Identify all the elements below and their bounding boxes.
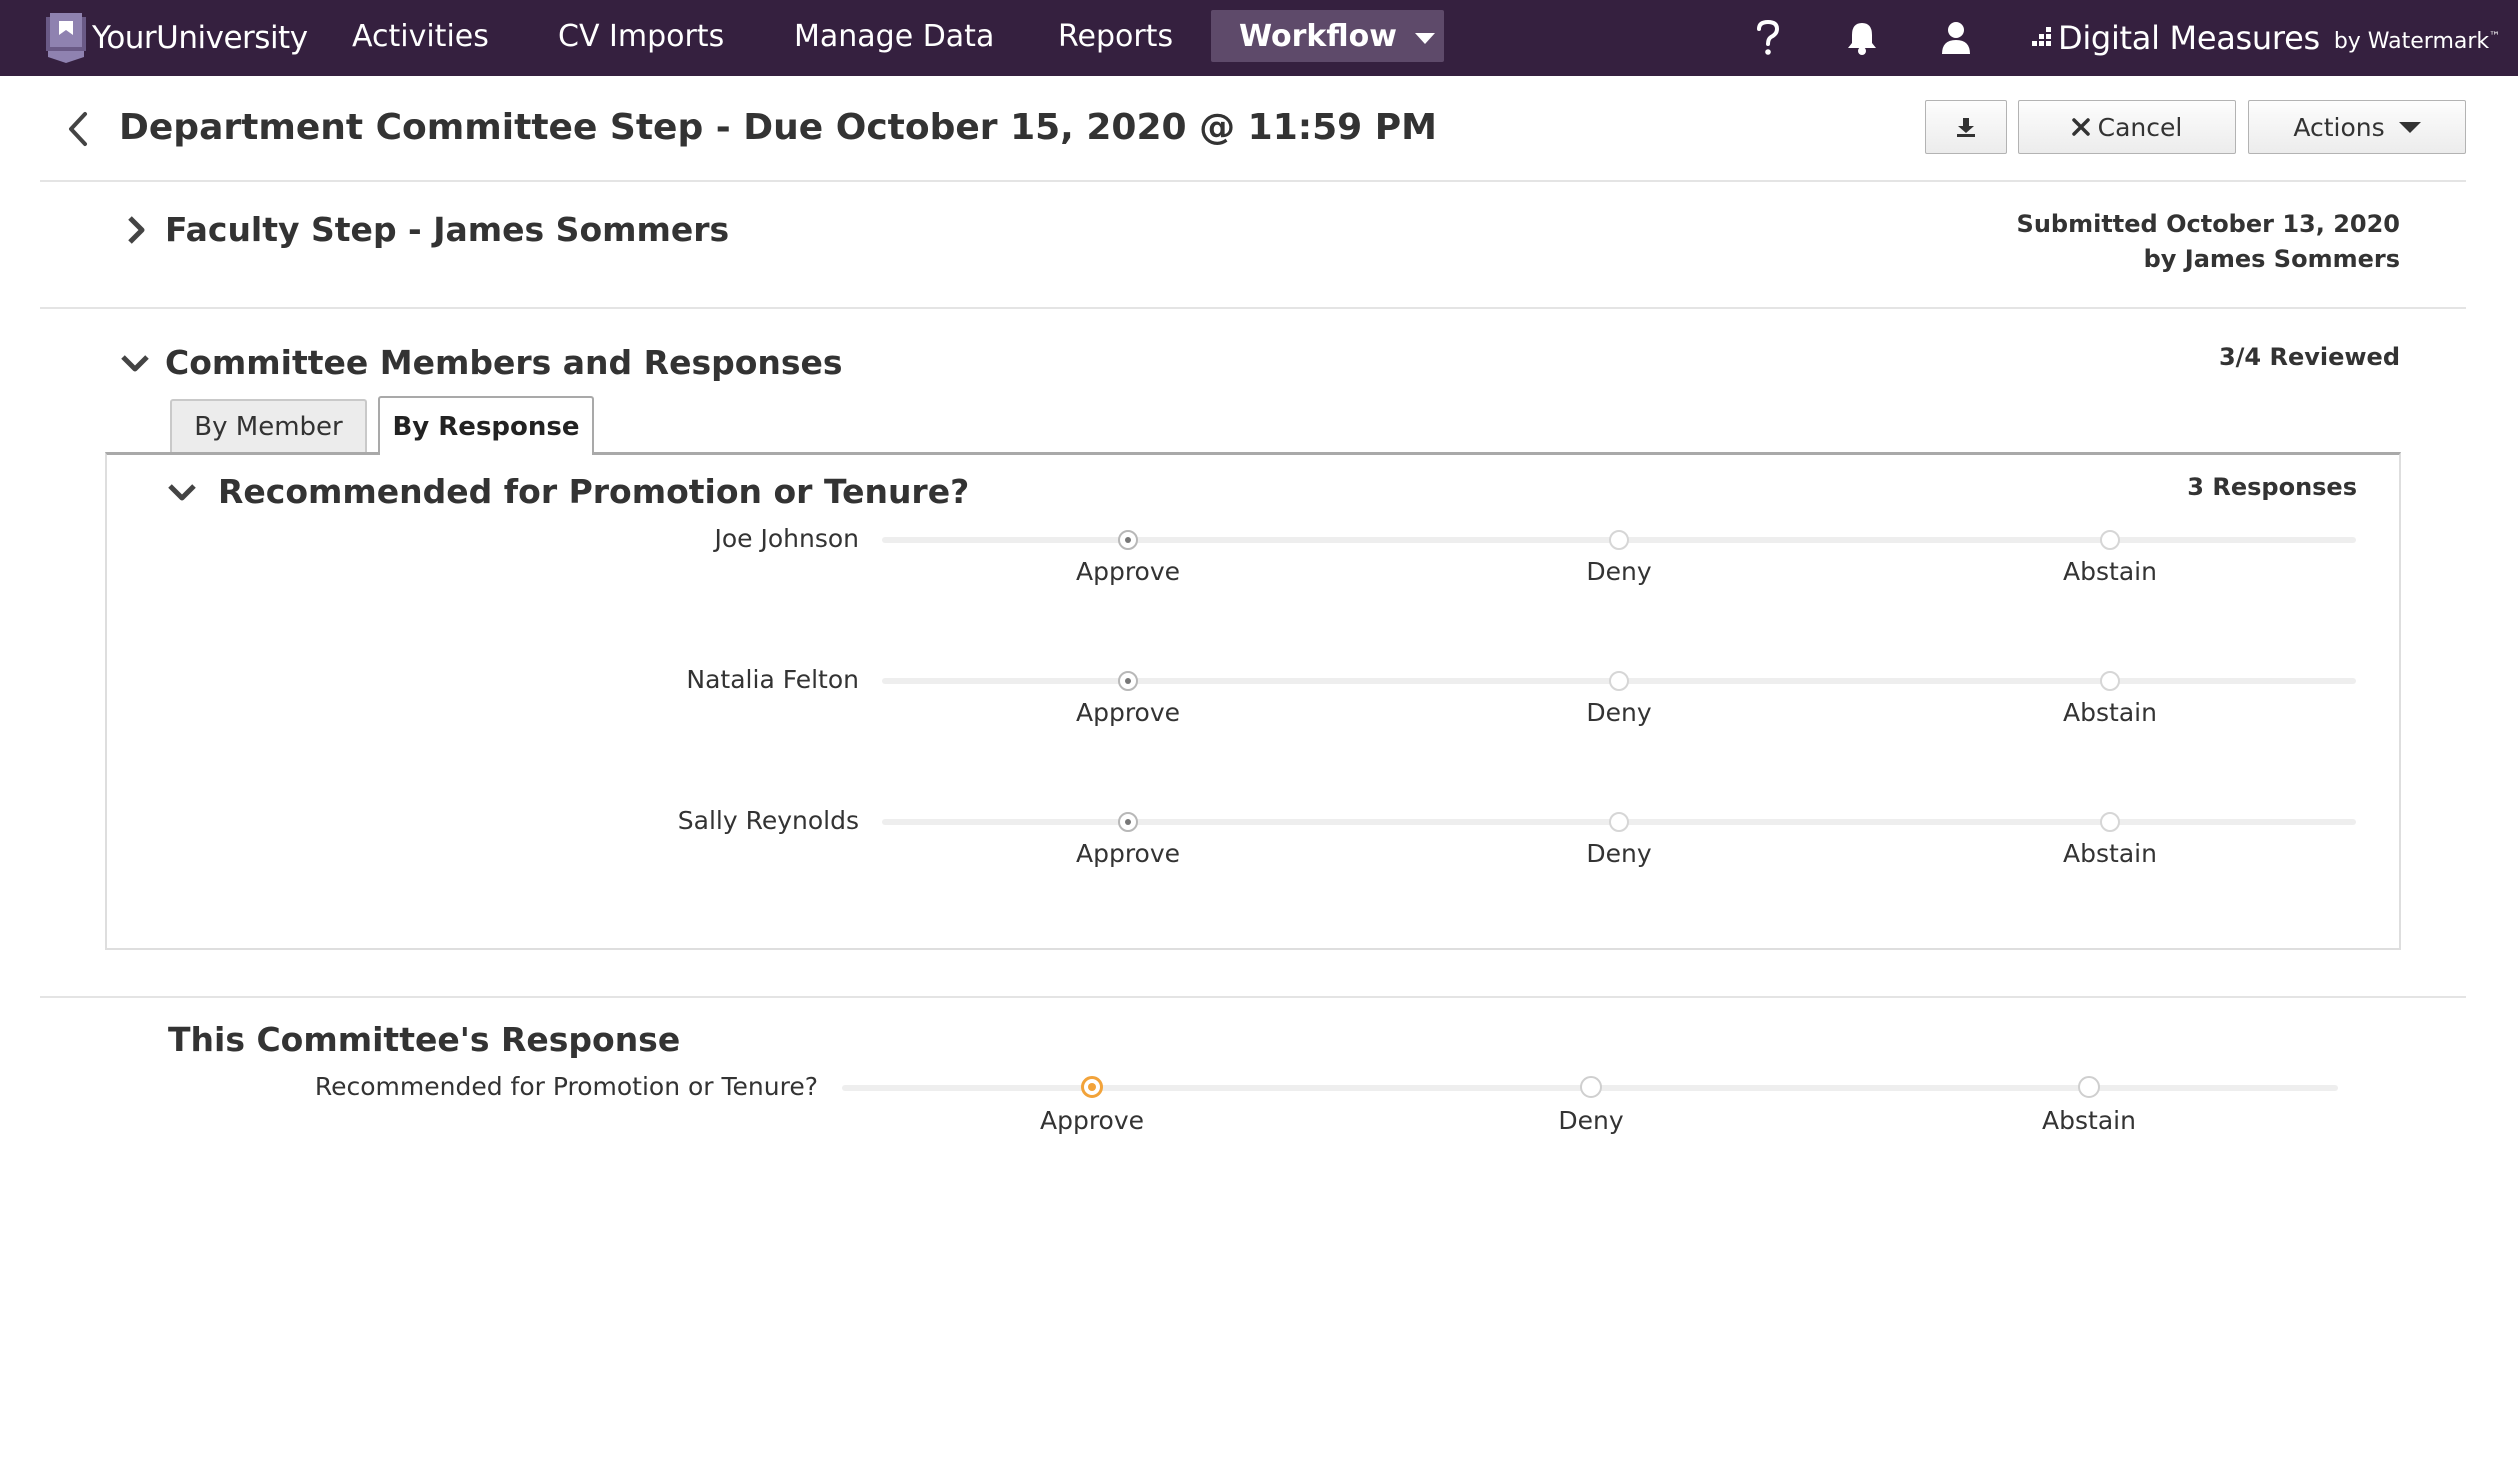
nav-cv-imports[interactable]: CV Imports: [558, 0, 724, 76]
member-response-row: Sally Reynolds Approve Deny Abstain: [0, 801, 2518, 881]
rating-option-abstain: [2100, 530, 2120, 550]
chevron-down-icon: [168, 484, 196, 501]
nav-manage-data[interactable]: Manage Data: [794, 0, 994, 76]
member-name: Natalia Felton: [686, 665, 859, 694]
committee-section-title[interactable]: Committee Members and Responses: [165, 341, 843, 385]
top-navbar: YourUniversity Activities CV Imports Man…: [0, 0, 2518, 76]
divider: [40, 996, 2466, 998]
rating-option-approve: [1118, 530, 1138, 550]
response-radio-abstain[interactable]: [2078, 1076, 2100, 1098]
brand-logo[interactable]: YourUniversity: [44, 10, 308, 66]
option-label-approve: Approve: [1075, 839, 1181, 868]
question-collapse-toggle[interactable]: [166, 476, 198, 508]
option-label-deny: Deny: [1586, 557, 1652, 586]
faculty-step-expand-toggle[interactable]: [120, 214, 152, 246]
rating-option-deny: [1609, 671, 1629, 691]
chevron-left-icon: [69, 112, 87, 146]
option-label-deny: Deny: [1586, 839, 1652, 868]
brand-name: YourUniversity: [92, 20, 308, 56]
committee-response-title: This Committee's Response: [168, 1020, 681, 1059]
committee-collapse-toggle[interactable]: [119, 347, 151, 379]
submitted-by: by James Sommers: [2143, 245, 2400, 273]
rating-option-deny: [1609, 530, 1629, 550]
vendor-by: by Watermark™: [2334, 29, 2500, 54]
chevron-down-icon: [121, 355, 149, 372]
option-label-abstain: Abstain: [2063, 557, 2157, 586]
university-shield-icon: [46, 13, 86, 63]
rating-option-approve: [1118, 671, 1138, 691]
committee-response-row: Recommended for Promotion or Tenure? App…: [0, 1068, 2518, 1148]
rating-option-abstain: [2100, 671, 2120, 691]
option-label-abstain: Abstain: [2063, 839, 2157, 868]
faculty-step-title[interactable]: Faculty Step - James Sommers: [165, 208, 729, 252]
download-button[interactable]: [1925, 100, 2007, 154]
chevron-down-icon: [2398, 121, 2421, 133]
download-icon: [1957, 118, 1975, 137]
faculty-step-submitted: Submitted October 13, 2020 by James Somm…: [2017, 207, 2400, 277]
submitted-date: Submitted October 13, 2020: [2016, 210, 2400, 238]
help-icon[interactable]: [1746, 16, 1790, 60]
nav-workflow-label: Workflow: [1239, 18, 1397, 54]
committee-response-question: Recommended for Promotion or Tenure?: [314, 1072, 818, 1101]
nav-reports[interactable]: Reports: [1058, 0, 1173, 76]
vendor-name: Digital Measures: [2058, 19, 2320, 57]
response-label-approve[interactable]: Approve: [1040, 1104, 1144, 1138]
member-name: Sally Reynolds: [677, 806, 859, 835]
reviewed-count: 3/4 Reviewed: [2218, 343, 2400, 371]
response-label-deny[interactable]: Deny: [1558, 1104, 1623, 1138]
response-radio-approve[interactable]: [1081, 1076, 1103, 1098]
tab-by-response[interactable]: By Response: [378, 396, 594, 455]
rating-option-approve: [1118, 812, 1138, 832]
digital-measures-dots-icon: [2032, 27, 2051, 46]
member-name: Joe Johnson: [714, 524, 859, 553]
vendor-logo: Digital Measures by Watermark™: [2028, 16, 2500, 60]
chevron-down-icon: [1414, 32, 1435, 44]
cancel-button-label: Cancel: [2097, 112, 2183, 142]
vendor-by-text: by Watermark: [2333, 28, 2490, 54]
user-icon[interactable]: [1934, 16, 1978, 60]
response-count: 3 Responses: [2187, 473, 2357, 501]
vendor-tm: ™: [2489, 29, 2501, 43]
rating-option-abstain: [2100, 812, 2120, 832]
member-response-row: Natalia Felton Approve Deny Abstain: [0, 660, 2518, 740]
actions-dropdown-button[interactable]: Actions: [2248, 100, 2466, 154]
close-icon: [2071, 118, 2090, 136]
tab-by-member[interactable]: By Member: [170, 399, 367, 452]
rating-option-deny: [1609, 812, 1629, 832]
nav-workflow-dropdown[interactable]: Workflow: [1211, 10, 1444, 62]
response-radio-deny[interactable]: [1580, 1076, 1602, 1098]
question-title[interactable]: Recommended for Promotion or Tenure?: [218, 470, 969, 514]
back-button[interactable]: [60, 106, 96, 152]
option-label-abstain: Abstain: [2063, 698, 2157, 727]
cancel-button[interactable]: Cancel: [2018, 100, 2236, 154]
divider: [40, 180, 2466, 182]
divider: [40, 307, 2466, 309]
option-label-approve: Approve: [1075, 557, 1181, 586]
chevron-right-icon: [128, 216, 145, 244]
page-title: Department Committee Step - Due October …: [119, 107, 1437, 148]
option-label-approve: Approve: [1075, 698, 1181, 727]
actions-button-label: Actions: [2293, 112, 2385, 142]
option-label-deny: Deny: [1586, 698, 1652, 727]
response-label-abstain[interactable]: Abstain: [2042, 1104, 2136, 1138]
nav-activities[interactable]: Activities: [352, 0, 489, 76]
member-response-row: Joe Johnson Approve Deny Abstain: [0, 519, 2518, 599]
bell-icon[interactable]: [1840, 16, 1884, 60]
